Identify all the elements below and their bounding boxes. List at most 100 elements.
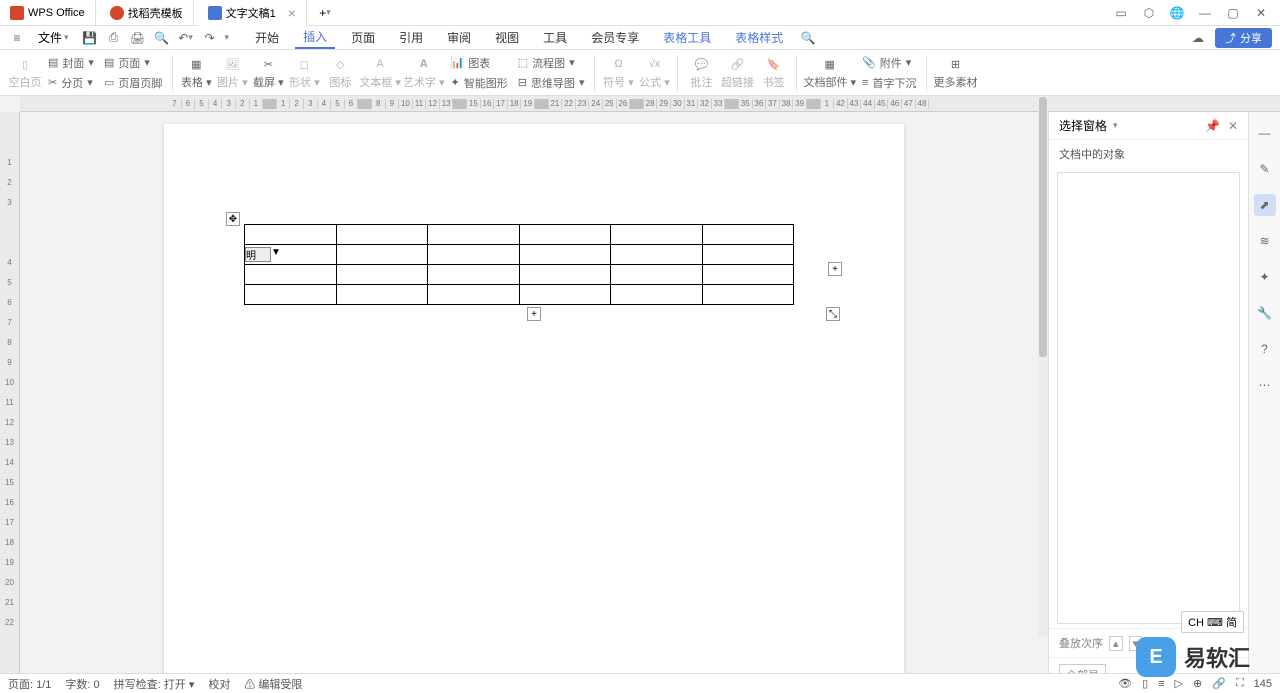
redo-icon[interactable]: ↷ [201, 29, 219, 47]
chart-button[interactable]: 📊 图表 [447, 53, 512, 73]
icon-button[interactable]: ◇图标 [323, 51, 357, 95]
tab-tools[interactable]: 工具 [535, 27, 575, 48]
menu-icon[interactable]: ≡ [8, 29, 26, 47]
file-menu[interactable]: 文件 ▾ [32, 27, 75, 48]
table-move-handle[interactable]: ✥ [226, 212, 240, 226]
table-add-row-handle[interactable]: + [527, 307, 541, 321]
app-tab[interactable]: WPS Office [0, 0, 96, 26]
smartart-button[interactable]: ✦ 智能图形 [447, 73, 512, 93]
formula-button[interactable]: √x公式 ▾ [637, 51, 671, 95]
fit-icon[interactable]: ⛶ [1236, 677, 1244, 690]
wrench-icon[interactable]: 🔧 [1254, 302, 1276, 324]
cloud-icon[interactable]: ☁ [1189, 29, 1207, 47]
document-area[interactable]: ✥ ▼ + + ⤡ [20, 112, 1048, 692]
pagebreak-button[interactable]: ✂ 分页 ▾ [44, 73, 98, 93]
cell-dropdown-icon[interactable]: ▼ [271, 247, 281, 258]
picture-button[interactable]: 🖼图片 ▾ [215, 51, 249, 95]
zoom-value[interactable]: 145 [1254, 678, 1272, 690]
move-up-icon[interactable]: ▴ [1109, 636, 1123, 651]
widgets-icon[interactable]: ▭ [1110, 2, 1132, 24]
read-icon[interactable]: ▷ [1175, 677, 1183, 690]
tab-member[interactable]: 会员专享 [583, 27, 647, 48]
blankpage-button[interactable]: ▯空白页 [8, 51, 42, 95]
maximize-button[interactable]: ▢ [1222, 2, 1244, 24]
symbol-icon: Ω [609, 55, 627, 73]
word-count[interactable]: 字数: 0 [65, 676, 99, 692]
more-strip-icon[interactable]: ⋯ [1254, 374, 1276, 396]
cube-icon[interactable]: ⬡ [1138, 2, 1160, 24]
tab-reference[interactable]: 引用 [391, 27, 431, 48]
track-status[interactable]: ⚠ 编辑受限 [244, 676, 302, 692]
pagelayout-icon[interactable]: ▯ [1142, 677, 1148, 690]
textbox-button[interactable]: A文本框 ▾ [359, 51, 401, 95]
tab-view[interactable]: 视图 [487, 27, 527, 48]
tab-table-style[interactable]: 表格样式 [727, 27, 791, 48]
save-icon[interactable]: 💾 [81, 29, 99, 47]
watermark-text: 易软汇 [1184, 641, 1250, 673]
pin-icon[interactable]: 📌 [1205, 119, 1220, 133]
panel-subtitle: 文档中的对象 [1049, 140, 1248, 168]
flowchart-button[interactable]: ⬚ 流程图 ▾ [514, 53, 589, 73]
ruler-horizontal[interactable]: 7654321123456891011121315161718192122232… [20, 96, 1280, 112]
attachment-button[interactable]: 📎 附件 ▾ [858, 53, 920, 73]
firstindent-button[interactable]: ≡ 首字下沉 [858, 73, 920, 93]
tab-start[interactable]: 开始 [247, 27, 287, 48]
bookmark-button[interactable]: 🔖书签 [756, 51, 790, 95]
screenshot-button[interactable]: ✂截屏 ▾ [251, 51, 285, 95]
help-icon[interactable]: ? [1254, 338, 1276, 360]
tab-review[interactable]: 审阅 [439, 27, 479, 48]
ime-indicator[interactable]: CH ⌨ 简 [1181, 611, 1244, 633]
cover-button[interactable]: ▤ 封面 ▾ [44, 53, 98, 73]
spellcheck-status[interactable]: 拼写检查: 打开 ▾ [114, 676, 195, 692]
close-panel-icon[interactable]: ✕ [1228, 119, 1238, 133]
link-status-icon[interactable]: 🔗 [1212, 677, 1226, 690]
tab-page[interactable]: 页面 [343, 27, 383, 48]
eye-icon[interactable]: 👁 [1118, 677, 1132, 690]
footerheader-button[interactable]: ▭ 页眉页脚 [100, 73, 166, 93]
undo-icon[interactable]: ↶ ▾ [177, 29, 195, 47]
close-window-button[interactable]: ✕ [1250, 2, 1272, 24]
page-indicator[interactable]: 页面: 1/1 [8, 676, 51, 692]
scrollbar-vertical[interactable] [1038, 96, 1048, 636]
word-table[interactable]: ▼ [244, 224, 794, 305]
web-icon[interactable]: ⊕ [1193, 677, 1202, 690]
qat-more-icon[interactable]: ▾ [225, 32, 230, 43]
minimize-button[interactable]: — [1194, 2, 1216, 24]
pen-icon[interactable]: ✎ [1254, 158, 1276, 180]
document-tab[interactable]: 文字文稿1 × [198, 0, 307, 26]
table-row [245, 285, 794, 305]
tab-insert[interactable]: 插入 [295, 26, 335, 49]
preview-icon[interactable]: 🔍 [153, 29, 171, 47]
mindmap-button[interactable]: ⊟ 思维导图 ▾ [514, 73, 589, 93]
hyperlink-button[interactable]: 🔗超链接 [720, 51, 754, 95]
symbol-button[interactable]: Ω符号 ▾ [601, 51, 635, 95]
export-icon[interactable]: ⎙ [105, 29, 123, 47]
share-button[interactable]: ⤴ 分享 [1215, 28, 1272, 48]
close-tab-icon[interactable]: × [288, 5, 296, 21]
table-add-column-handle[interactable]: + [828, 262, 842, 276]
table-button[interactable]: ▦表格 ▾ [179, 51, 213, 95]
page-btn[interactable]: ▤ 页面 ▾ [100, 53, 166, 73]
search-icon[interactable]: 🔍 [799, 29, 817, 47]
select-icon[interactable]: ⬈ [1254, 194, 1276, 216]
globe-icon[interactable]: 🌐 [1166, 2, 1188, 24]
note-button[interactable]: 💬批注 [684, 51, 718, 95]
table-resize-handle[interactable]: ⤡ [826, 307, 840, 321]
layers-icon[interactable]: ≋ [1254, 230, 1276, 252]
template-tab[interactable]: 找稻壳模板 [100, 0, 194, 26]
effects-icon[interactable]: ✦ [1254, 266, 1276, 288]
shapes-icon: ◻ [295, 55, 313, 73]
icon-icon: ◇ [331, 55, 349, 73]
docparts-button[interactable]: ▦文档部件 ▾ [803, 51, 856, 95]
proofread-status[interactable]: 校对 [208, 676, 230, 692]
tab-table-tools[interactable]: 表格工具 [655, 27, 719, 48]
wordart-button[interactable]: 𝐀艺术字 ▾ [403, 51, 445, 95]
cell-input[interactable] [245, 247, 271, 262]
ruler-vertical[interactable]: 12345678910111213141516171819202122 [0, 112, 20, 692]
outline-icon[interactable]: ≡ [1158, 678, 1164, 690]
more-button[interactable]: ⊞更多素材 [933, 51, 977, 95]
new-tab-button[interactable]: + ▾ [311, 6, 339, 20]
shapes-button[interactable]: ◻形状 ▾ [287, 51, 321, 95]
print-icon[interactable]: 🖨 [129, 29, 147, 47]
collapse-icon[interactable]: — [1254, 122, 1276, 144]
